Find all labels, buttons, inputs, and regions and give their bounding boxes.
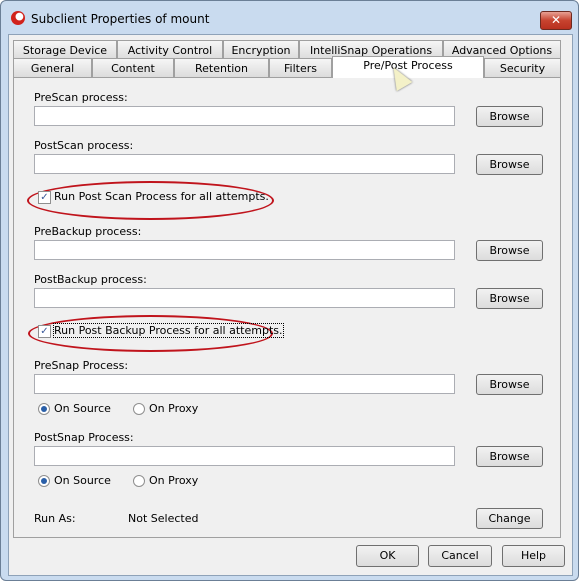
postsnap-on-proxy-label: On Proxy [149,474,199,487]
change-button[interactable]: Change [476,508,543,529]
prebackup-label: PreBackup process: [34,225,142,238]
postscan-label: PostScan process: [34,139,134,152]
tab-storage-device[interactable]: Storage Device [13,40,117,59]
ok-button[interactable]: OK [356,545,419,567]
presnap-input[interactable] [34,374,455,394]
postbackup-browse-button[interactable]: Browse [476,288,543,309]
cancel-button[interactable]: Cancel [428,545,492,567]
presnap-label: PreSnap Process: [34,359,129,372]
postscan-browse-button[interactable]: Browse [476,154,543,175]
postbackup-label: PostBackup process: [34,273,147,286]
postsnap-on-source-radio[interactable] [38,475,50,487]
tab-filters[interactable]: Filters [269,58,332,77]
prebackup-input[interactable] [34,240,455,260]
run-as-value: Not Selected [128,512,199,525]
postbackup-all-checkbox[interactable]: ✓ [38,325,51,338]
close-button[interactable]: ✕ [540,11,572,30]
postsnap-on-source-label: On Source [54,474,111,487]
help-button[interactable]: Help [502,545,565,567]
tab-encryption[interactable]: Encryption [223,40,299,59]
presnap-browse-button[interactable]: Browse [476,374,543,395]
run-as-label: Run As: [34,512,76,525]
app-icon [11,11,25,25]
presnap-on-source-radio[interactable] [38,403,50,415]
presnap-on-proxy-radio[interactable] [133,403,145,415]
tab-security[interactable]: Security [484,58,561,77]
postbackup-all-label: Run Post Backup Process for all attempts… [53,323,284,338]
postsnap-input[interactable] [34,446,455,466]
tab-general[interactable]: General [13,58,92,77]
postsnap-on-proxy-radio[interactable] [133,475,145,487]
prescan-input[interactable] [34,106,455,126]
prescan-browse-button[interactable]: Browse [476,106,543,127]
tab-retention[interactable]: Retention [174,58,269,77]
tab-activity-control[interactable]: Activity Control [117,40,223,59]
postsnap-browse-button[interactable]: Browse [476,446,543,467]
postscan-input[interactable] [34,154,455,174]
presnap-on-proxy-label: On Proxy [149,402,199,415]
window-title: Subclient Properties of mount [31,12,210,26]
postbackup-input[interactable] [34,288,455,308]
prebackup-browse-button[interactable]: Browse [476,240,543,261]
postscan-all-checkbox[interactable]: ✓ [38,191,51,204]
postsnap-label: PostSnap Process: [34,431,134,444]
postscan-all-label: Run Post Scan Process for all attempts. [54,190,269,203]
prescan-label: PreScan process: [34,91,128,104]
presnap-on-source-label: On Source [54,402,111,415]
tab-content[interactable]: Content [92,58,174,77]
